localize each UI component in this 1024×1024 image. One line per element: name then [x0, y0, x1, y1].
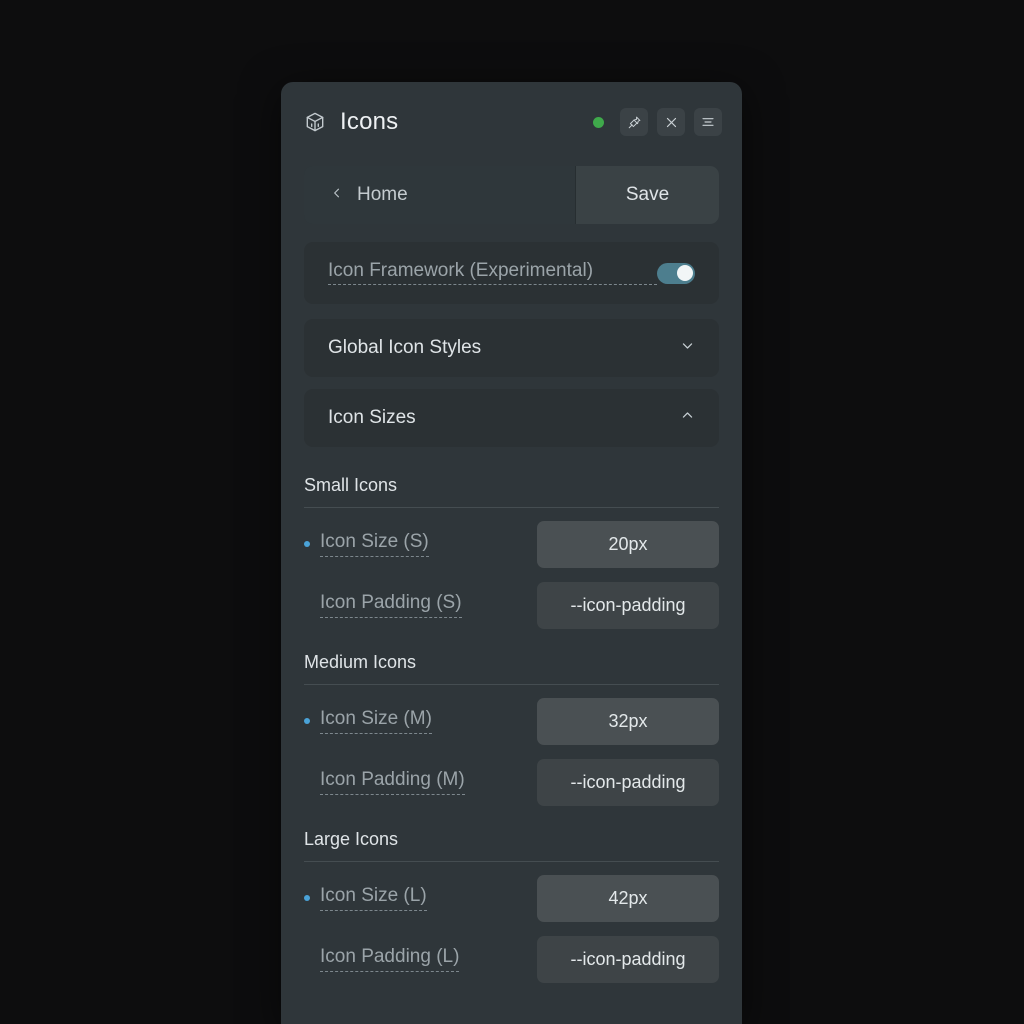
group-divider — [304, 507, 719, 508]
group-heading: Small Icons — [304, 475, 398, 495]
field-label-wrap: Icon Padding (L) — [304, 946, 537, 972]
group-small-icons: Small Icons Icon Size (S) 20px Icon Padd… — [281, 459, 742, 636]
icon-size-m-value[interactable]: 32px — [537, 698, 719, 745]
field-label: Icon Size (M) — [320, 708, 432, 734]
icons-settings-panel: Icons Home Save Icon Framework (Experime… — [281, 82, 742, 1024]
chevron-up-icon — [680, 408, 695, 428]
field-label-wrap: Icon Padding (S) — [304, 592, 537, 618]
icon-sizes-body: Small Icons Icon Size (S) 20px Icon Padd… — [281, 459, 742, 990]
close-button[interactable] — [657, 108, 685, 136]
save-label: Save — [625, 184, 670, 205]
section-title: Icon Sizes — [328, 407, 416, 428]
field-row-icon-padding-m: Icon Padding (M) --icon-padding — [304, 752, 719, 813]
group-heading: Medium Icons — [304, 652, 417, 672]
field-row-icon-size-l: Icon Size (L) 42px — [304, 868, 719, 929]
icon-padding-l-value[interactable]: --icon-padding — [537, 936, 719, 983]
close-icon — [664, 115, 679, 130]
icon-padding-s-value[interactable]: --icon-padding — [537, 582, 719, 629]
modified-indicator-dot — [304, 779, 310, 785]
field-label-wrap: Icon Size (M) — [304, 708, 537, 734]
field-label-wrap: Icon Padding (M) — [304, 769, 537, 795]
group-heading: Large Icons — [304, 829, 399, 849]
icon-framework-toggle[interactable] — [657, 262, 695, 284]
icon-size-l-value[interactable]: 42px — [537, 875, 719, 922]
field-label: Icon Padding (S) — [320, 592, 462, 618]
status-indicator-dot — [593, 116, 604, 128]
titlebar-actions — [593, 108, 722, 136]
chevron-left-icon — [330, 184, 344, 206]
home-button[interactable]: Home — [304, 166, 575, 224]
modified-indicator-dot — [304, 602, 310, 608]
pin-icon — [627, 115, 642, 130]
section-global-icon-styles[interactable]: Global Icon Styles — [304, 319, 719, 377]
field-label-wrap: Icon Size (S) — [304, 531, 537, 557]
group-divider — [304, 861, 719, 862]
panel-titlebar: Icons — [281, 82, 742, 162]
modified-indicator-dot — [304, 956, 310, 962]
nav-segment-bar: Home Save — [304, 166, 719, 224]
field-row-icon-size-s: Icon Size (S) 20px — [304, 514, 719, 575]
menu-button[interactable] — [694, 108, 722, 136]
field-label: Icon Size (S) — [320, 531, 429, 557]
page-title: Icons — [340, 108, 399, 135]
titlebar-left: Icons — [304, 108, 593, 136]
cube-icon — [304, 111, 326, 133]
field-row-icon-padding-s: Icon Padding (S) --icon-padding — [304, 575, 719, 636]
home-label: Home — [357, 184, 408, 205]
modified-indicator-dot — [304, 541, 310, 548]
group-large-icons: Large Icons Icon Size (L) 42px Icon Padd… — [281, 813, 742, 990]
group-divider — [304, 684, 719, 685]
modified-indicator-dot — [304, 718, 310, 725]
panel-content: Icon Framework (Experimental) Global Ico… — [281, 242, 742, 990]
icon-size-s-value[interactable]: 20px — [537, 521, 719, 568]
toggle-knob — [676, 265, 693, 281]
screen: Icons Home Save Icon Framework (Experime… — [0, 0, 1024, 1024]
icon-framework-row: Icon Framework (Experimental) — [304, 242, 719, 304]
field-label: Icon Size (L) — [320, 885, 427, 911]
section-title: Global Icon Styles — [328, 337, 482, 358]
field-label-wrap: Icon Size (L) — [304, 885, 537, 911]
field-label: Icon Padding (M) — [320, 769, 465, 795]
pin-button[interactable] — [620, 108, 648, 136]
field-row-icon-padding-l: Icon Padding (L) --icon-padding — [304, 929, 719, 990]
group-medium-icons: Medium Icons Icon Size (M) 32px Icon Pad… — [281, 636, 742, 813]
icon-padding-m-value[interactable]: --icon-padding — [537, 759, 719, 806]
icon-framework-label: Icon Framework (Experimental) — [328, 260, 657, 286]
menu-icon — [700, 114, 716, 130]
field-row-icon-size-m: Icon Size (M) 32px — [304, 691, 719, 752]
field-label: Icon Padding (L) — [320, 946, 460, 972]
modified-indicator-dot — [304, 895, 310, 902]
chevron-down-icon — [680, 338, 695, 358]
save-button[interactable]: Save — [575, 166, 719, 224]
section-icon-sizes[interactable]: Icon Sizes — [304, 389, 719, 447]
